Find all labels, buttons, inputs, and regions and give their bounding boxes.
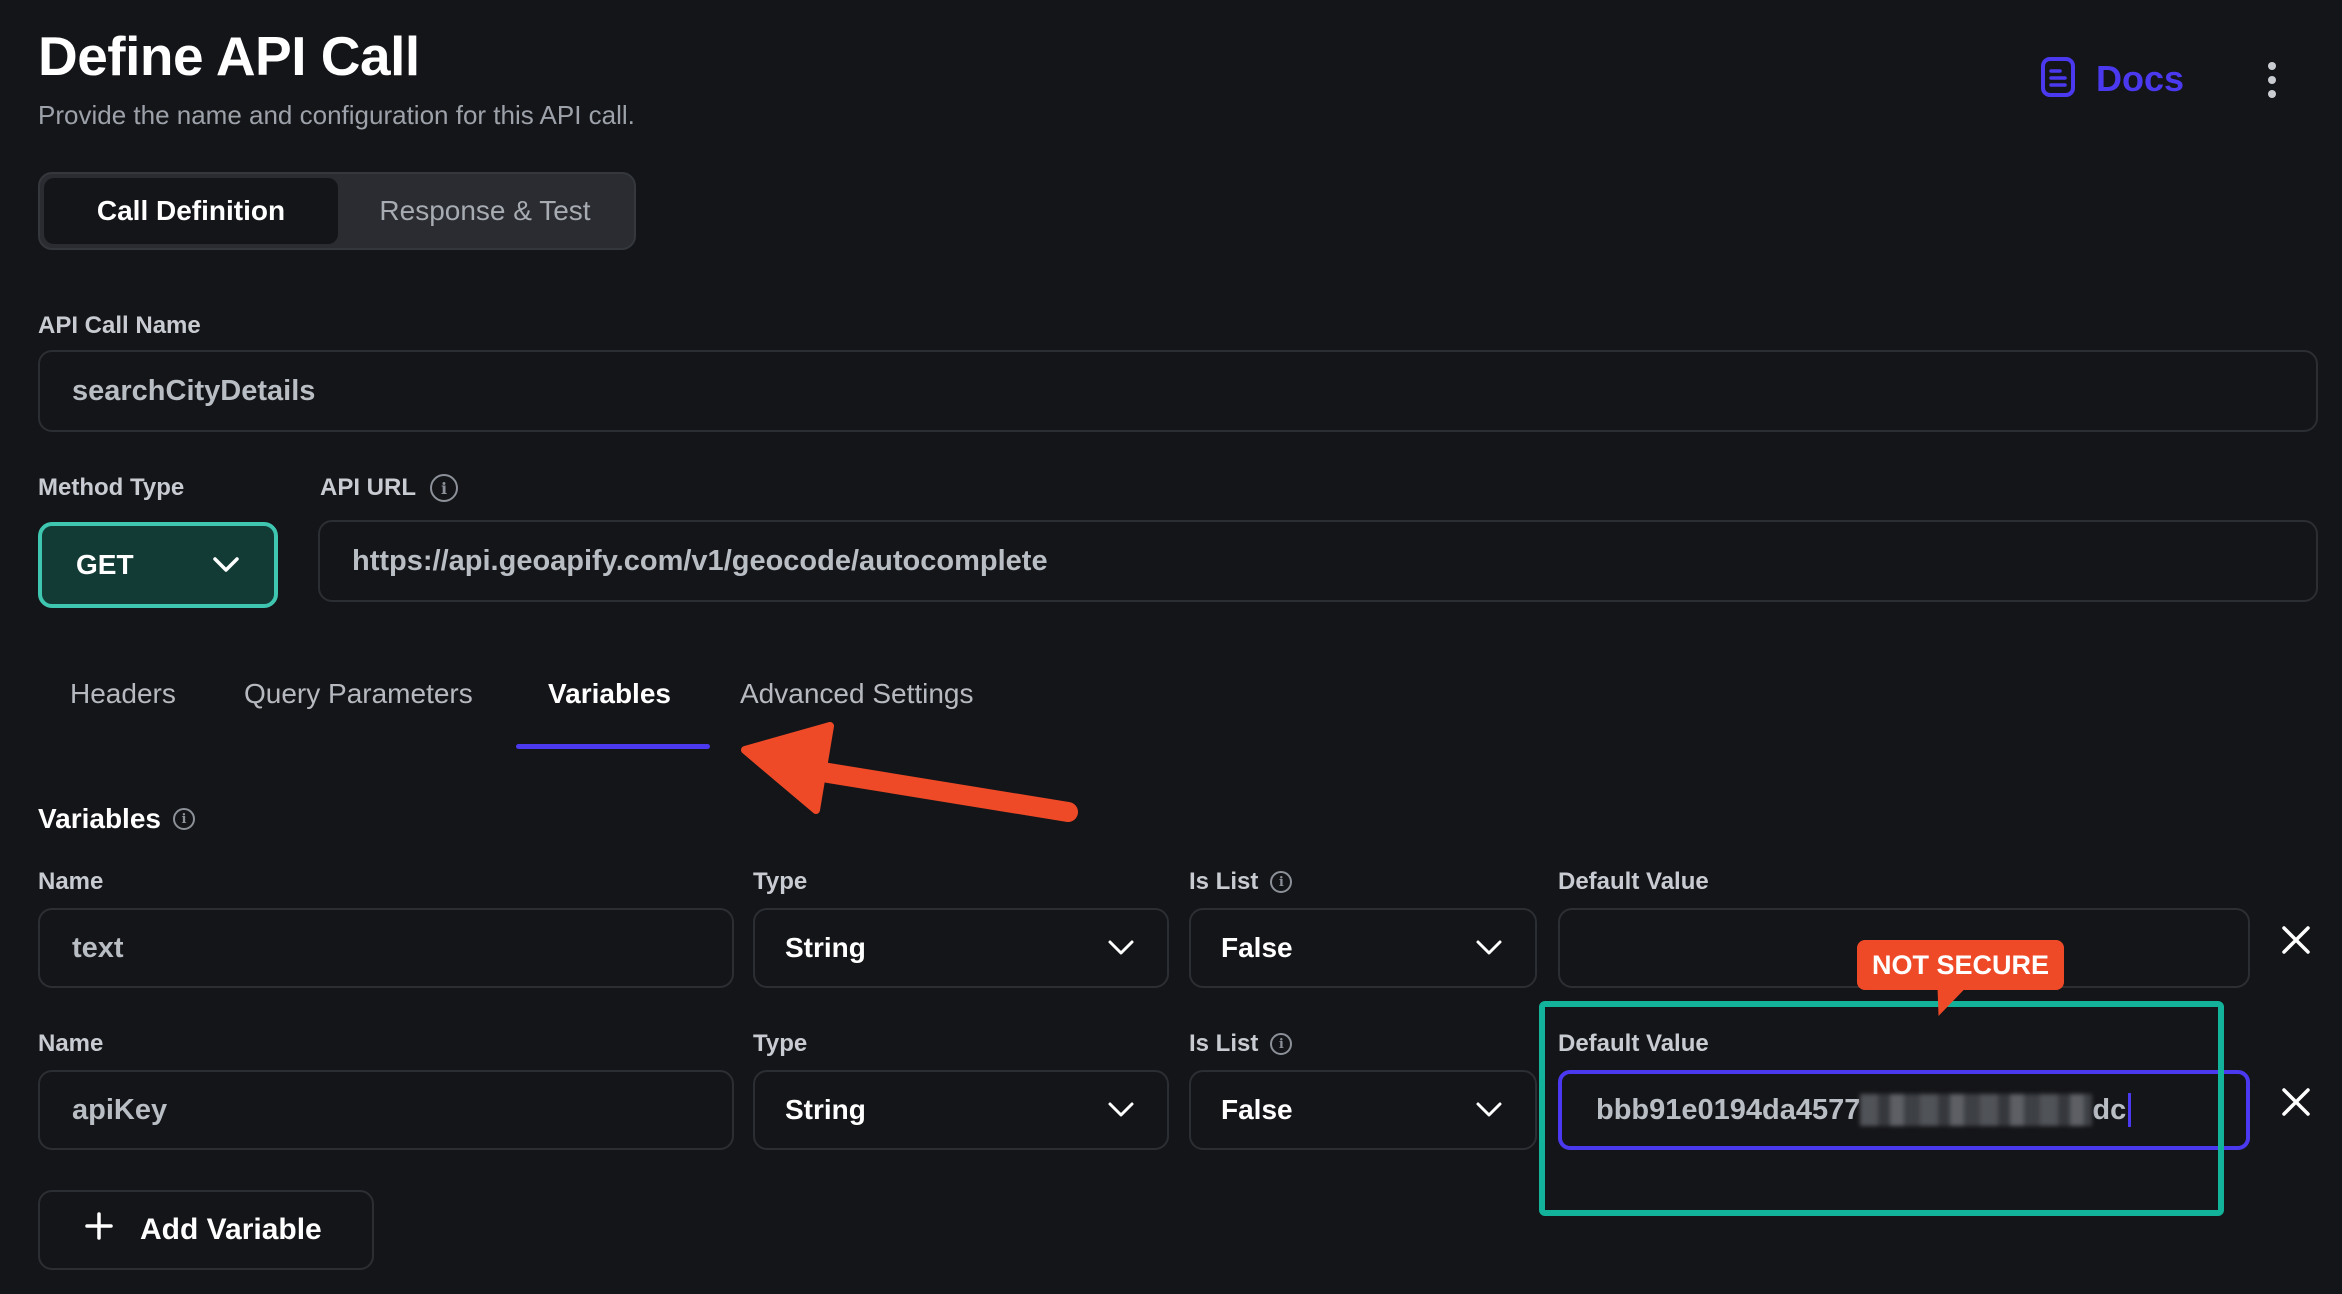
var-is-list-dropdown[interactable]: False — [1189, 908, 1537, 988]
plus-icon — [84, 1211, 114, 1249]
segment-response-test[interactable]: Response & Test — [340, 178, 630, 244]
tab-headers[interactable]: Headers — [70, 678, 176, 710]
page-subtitle: Provide the name and configuration for t… — [38, 100, 635, 130]
var-is-list-label-group: Is List i — [1189, 1030, 1293, 1058]
var-name-label: Name — [38, 1030, 104, 1057]
method-type-value: GET — [76, 549, 134, 580]
mode-segmented-control: Call Definition Response & Test — [38, 172, 636, 250]
var-name-label: Name — [38, 868, 104, 895]
var-name-input[interactable]: text — [38, 908, 734, 988]
var-type-label: Type — [753, 868, 808, 895]
var-name-input[interactable]: apiKey — [38, 1070, 734, 1150]
var-type-value: String — [785, 1094, 866, 1125]
not-secure-badge: NOT SECURE — [1857, 940, 2064, 990]
chevron-down-icon — [1107, 1094, 1135, 1126]
docs-link[interactable]: Docs — [2040, 54, 2184, 104]
var-is-list-value: False — [1221, 932, 1293, 963]
method-type-dropdown[interactable]: GET — [38, 522, 278, 608]
tab-variables[interactable]: Variables — [548, 678, 671, 710]
api-url-input[interactable]: https://api.geoapify.com/v1/geocode/auto… — [318, 520, 2318, 602]
var-is-list-dropdown[interactable]: False — [1189, 1070, 1537, 1150]
info-icon[interactable]: i — [430, 474, 458, 502]
variables-section-title: Variables — [38, 803, 161, 834]
active-tab-indicator — [516, 744, 710, 749]
tab-query-parameters[interactable]: Query Parameters — [244, 678, 473, 710]
var-is-list-label: Is List — [1189, 868, 1259, 895]
segment-call-definition[interactable]: Call Definition — [44, 178, 338, 244]
api-call-name-label: API Call Name — [38, 312, 201, 339]
info-icon[interactable]: i — [1270, 871, 1293, 893]
var-type-value: String — [785, 932, 866, 963]
docs-label: Docs — [2096, 58, 2185, 99]
var-is-list-label-group: Is List i — [1189, 868, 1293, 896]
kebab-menu-icon[interactable] — [2254, 58, 2290, 102]
var-default-value-label: Default Value — [1558, 868, 1709, 895]
var-type-label: Type — [753, 1030, 808, 1057]
chevron-down-icon — [1107, 932, 1135, 964]
chevron-down-icon — [1475, 932, 1503, 964]
var-type-dropdown[interactable]: String — [753, 1070, 1169, 1150]
var-is-list-label: Is List — [1189, 1030, 1259, 1057]
close-icon[interactable] — [2278, 1084, 2314, 1120]
annotation-arrow — [740, 722, 1080, 822]
api-url-label-group: API URL i — [320, 474, 458, 502]
page-title: Define API Call — [38, 25, 420, 87]
chevron-down-icon — [1475, 1094, 1503, 1126]
var-is-list-value: False — [1221, 1094, 1293, 1125]
method-type-label: Method Type — [38, 474, 185, 501]
api-url-label: API URL — [320, 474, 416, 501]
tab-advanced-settings[interactable]: Advanced Settings — [740, 678, 974, 710]
variables-section-header: Variables i — [38, 803, 195, 835]
var-type-dropdown[interactable]: String — [753, 908, 1169, 988]
add-variable-label: Add Variable — [140, 1213, 322, 1246]
info-icon[interactable]: i — [1270, 1033, 1293, 1055]
add-variable-button[interactable]: Add Variable — [38, 1190, 374, 1270]
annotation-highlight-box — [1539, 1001, 2224, 1216]
chevron-down-icon — [212, 549, 240, 581]
info-icon[interactable]: i — [172, 808, 195, 830]
close-icon[interactable] — [2278, 922, 2314, 958]
api-call-name-input[interactable]: searchCityDetails — [38, 350, 2318, 432]
document-icon — [2040, 56, 2076, 103]
